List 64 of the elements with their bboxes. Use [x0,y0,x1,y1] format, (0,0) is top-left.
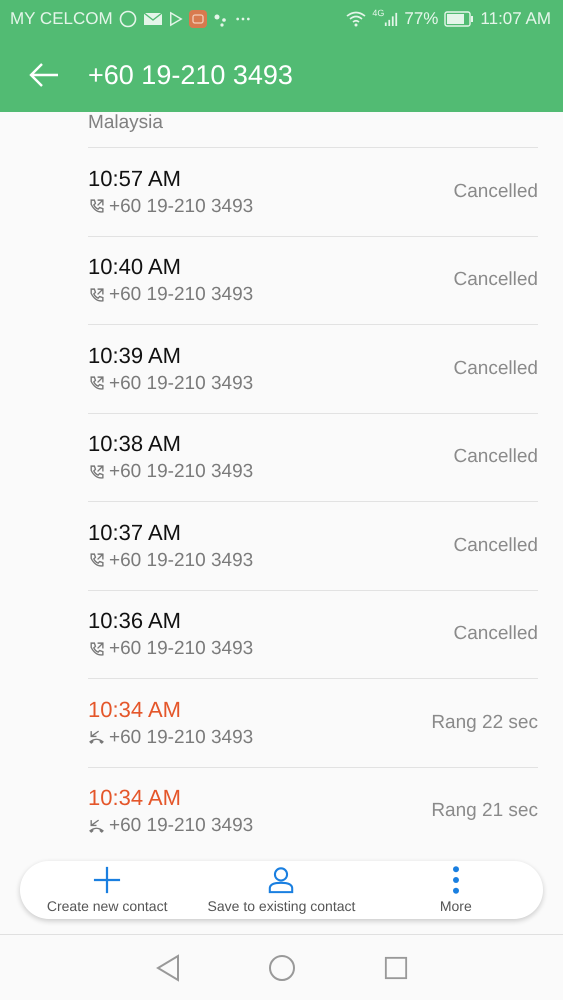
recents-button[interactable] [384,956,408,980]
call-result: Cancelled [454,358,538,380]
phone-number: +60 19-210 3493 [109,461,254,484]
call-log-row[interactable]: 10:39 AM +60 19-210 3493 Cancelled [88,324,538,412]
call-result: Cancelled [454,623,538,646]
phone-number: +60 19-210 3493 [109,196,254,218]
page-title: +60 19-210 3493 [88,60,293,90]
mail-icon [142,10,163,28]
call-time: 10:57 AM [88,166,182,192]
action-button[interactable]: Save to existing contact [194,861,369,919]
call-log-row[interactable]: 10:34 AM +60 19-210 3493 Rang 22 sec [88,678,538,766]
play-icon [168,10,183,28]
call-log-row[interactable]: 10:38 AM +60 19-210 3493 Cancelled [88,412,538,501]
location-text: Malaysia [88,113,163,133]
battery-icon [444,11,474,27]
carrier-name: MY CELCOM [10,9,113,29]
phone-number: +60 19-210 3493 [109,638,254,660]
network-type: 4G [372,8,384,18]
call-log-row[interactable]: 10:34 AM +60 19-210 3493 Rang 21 sec [88,766,538,855]
call-time: 10:38 AM [88,431,182,458]
outgoing-call-icon [88,552,105,570]
call-result: Rang 22 sec [431,712,538,734]
call-result: Rang 21 sec [431,800,538,822]
call-result: Cancelled [454,269,538,292]
call-time: 10:39 AM [88,342,182,369]
phone-number: +60 19-210 3493 [109,726,254,749]
action-button[interactable]: More [368,861,543,919]
app-icon [188,10,207,28]
call-log-row[interactable]: 10:57 AM +60 19-210 3493 Cancelled [88,147,538,236]
phone-number: +60 19-210 3493 [109,815,254,838]
plus-icon [93,866,122,894]
clock: 11:07 AM [480,9,551,29]
call-log-row[interactable]: 10:37 AM +60 19-210 3493 Cancelled [88,501,538,590]
wifi-icon [346,10,366,28]
signal-icon [384,10,398,28]
call-log-row[interactable]: 10:36 AM +60 19-210 3493 Cancelled [88,590,538,678]
outgoing-call-icon [88,375,105,392]
phone-number: +60 19-210 3493 [109,284,254,306]
missed-call-icon [88,729,105,746]
call-time: 10:34 AM [88,785,182,812]
back-arrow-icon [29,62,59,88]
call-time: 10:34 AM [88,696,182,723]
call-result: Cancelled [454,534,538,557]
person-icon [267,866,296,894]
overflow-icon [234,16,251,22]
home-button[interactable] [268,954,296,982]
outgoing-call-icon [88,286,105,304]
call-result: Cancelled [454,180,538,203]
back-button[interactable] [29,62,59,88]
phone-number: +60 19-210 3493 [109,550,254,572]
call-time: 10:36 AM [88,608,182,634]
action-button[interactable]: Create new contact [20,861,194,919]
battery-percent: 77% [404,9,438,29]
more-icon [452,866,460,894]
outgoing-call-icon [88,464,105,481]
call-time: 10:40 AM [88,254,182,280]
call-result: Cancelled [454,446,538,468]
outgoing-call-icon [88,640,105,658]
outgoing-call-icon [88,198,105,216]
back-nav-button[interactable] [156,954,180,982]
call-time: 10:37 AM [88,520,182,546]
phone-number: +60 19-210 3493 [109,372,254,395]
missed-call-icon [88,818,105,835]
call-log-row[interactable]: 10:40 AM +60 19-210 3493 Cancelled [88,236,538,324]
